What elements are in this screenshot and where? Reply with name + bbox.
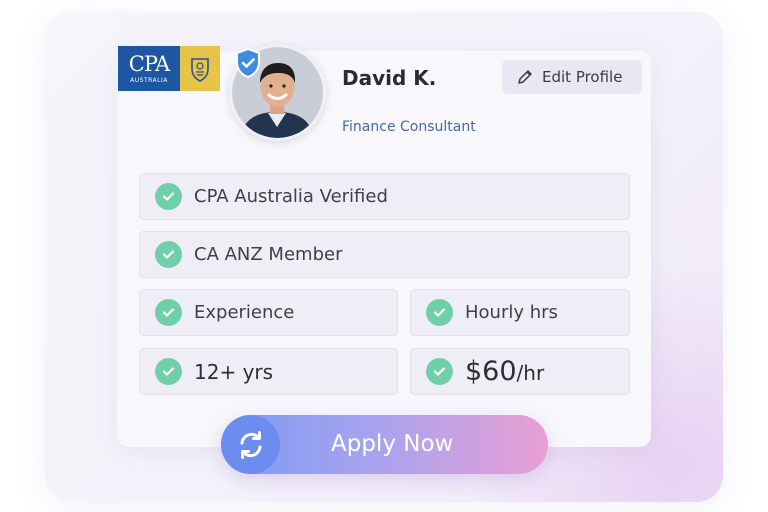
hourly-label-suffix: hrs: [529, 302, 558, 323]
profile-role: Finance Consultant: [342, 119, 476, 135]
credential-label: CA ANZ Member: [194, 244, 343, 265]
check-circle-icon: [155, 299, 182, 326]
pencil-icon: [518, 70, 532, 84]
hourly-rate-cell: $60/hr: [410, 348, 630, 395]
check-circle-icon: [426, 358, 453, 385]
profile-name: David K.: [342, 66, 437, 90]
experience-value-cell: 12+ yrs: [139, 348, 398, 395]
verified-badge-icon: [236, 48, 260, 78]
hourly-rate-unit: /hr: [516, 361, 545, 385]
check-circle-icon: [426, 299, 453, 326]
cpa-australia-logo: CPA AUSTRALIA: [118, 46, 220, 91]
edit-profile-label: Edit Profile: [542, 68, 623, 86]
hourly-label: Hourly: [465, 302, 525, 323]
apply-now-label: Apply Now: [331, 431, 454, 457]
credential-label: CPA Australia Verified: [194, 186, 388, 207]
check-circle-icon: [155, 241, 182, 268]
hourly-rate-value: $60: [465, 356, 517, 387]
cpa-logo-text: CPA: [128, 51, 170, 76]
credential-row-caanz: CA ANZ Member: [139, 231, 630, 278]
refresh-icon: [221, 415, 280, 474]
experience-label-cell: Experience: [139, 289, 398, 336]
experience-value: 12+ yrs: [194, 359, 274, 384]
cpa-logo-subtext: AUSTRALIA: [130, 76, 168, 84]
cpa-logo-mark: CPA AUSTRALIA: [118, 46, 180, 91]
edit-profile-button[interactable]: Edit Profile: [502, 60, 642, 94]
credential-row-cpa: CPA Australia Verified: [139, 173, 630, 220]
hourly-label-cell: Hourly hrs: [410, 289, 630, 336]
apply-now-button[interactable]: Apply Now: [221, 415, 548, 474]
experience-label: Experience: [194, 302, 295, 323]
crest-icon: [180, 46, 220, 91]
check-circle-icon: [155, 183, 182, 210]
check-circle-icon: [155, 358, 182, 385]
